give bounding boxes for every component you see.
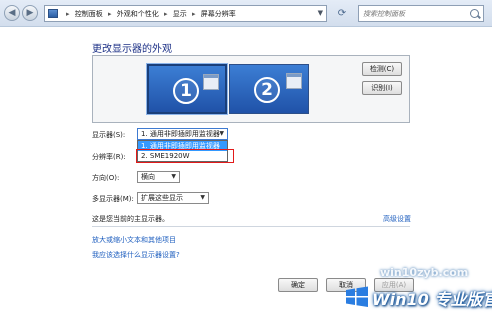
search-input[interactable] xyxy=(363,8,463,20)
watermark-url: win10zyb.com xyxy=(380,266,469,279)
breadcrumb-separator: ▸ xyxy=(107,10,112,18)
chevron-down-icon: ▼ xyxy=(219,130,224,137)
breadcrumb-screen-resolution[interactable]: 屏幕分辨率 xyxy=(201,10,236,18)
detect-button[interactable]: 检测(C) xyxy=(362,62,402,76)
display-select-value: 1. 通用非即插即用监视器 xyxy=(141,130,220,138)
multiple-displays-select-value: 扩展这些显示 xyxy=(141,194,183,202)
window-icon xyxy=(203,74,219,90)
monitor-number-2: 2 xyxy=(254,77,280,103)
page-title: 更改显示器的外观 xyxy=(92,44,172,55)
display-settings-help-link[interactable]: 我应该选择什么显示器设置? xyxy=(92,250,180,260)
highlight-box xyxy=(136,149,234,163)
breadcrumb-control-panel[interactable]: 控制面板 xyxy=(75,10,103,18)
monitor-1[interactable]: 1 xyxy=(147,64,227,114)
multiple-displays-label: 多显示器(M): xyxy=(92,195,134,203)
resolution-label: 分辨率(R): xyxy=(92,153,126,161)
identify-button[interactable]: 识别(I) xyxy=(362,81,402,95)
breadcrumb-separator: ▸ xyxy=(163,10,168,18)
breadcrumb-display[interactable]: 显示 xyxy=(173,10,187,18)
monitor-2[interactable]: 2 xyxy=(229,64,309,114)
display-label: 显示器(S): xyxy=(92,131,126,139)
advanced-settings-link[interactable]: 高级设置 xyxy=(383,214,411,224)
primary-display-status: 这是您当前的主显示器。 xyxy=(92,215,169,223)
display-select[interactable]: 1. 通用非即插即用监视器 ▼ xyxy=(137,128,228,140)
watermark-brand: Win10 专业版官网 xyxy=(372,290,492,309)
search-icon[interactable] xyxy=(470,9,479,18)
orientation-label: 方向(O): xyxy=(92,174,120,182)
windows-logo-icon xyxy=(346,286,368,307)
monitor-number-1: 1 xyxy=(173,78,199,104)
multiple-displays-select[interactable]: 扩展这些显示 ▼ xyxy=(137,192,209,204)
forward-button[interactable]: ▶ xyxy=(22,5,38,21)
breadcrumb-separator: ▸ xyxy=(66,10,70,18)
divider xyxy=(92,226,410,227)
search-field[interactable] xyxy=(358,5,484,22)
text-size-link[interactable]: 放大或缩小文本和其他项目 xyxy=(92,235,176,245)
orientation-select-value: 横向 xyxy=(141,173,155,181)
ok-button[interactable]: 确定 xyxy=(278,278,318,292)
chevron-down-icon: ▼ xyxy=(171,173,176,180)
refresh-button[interactable]: ⟳ xyxy=(333,5,351,22)
chevron-down-icon: ▼ xyxy=(200,194,205,201)
address-field[interactable]: ▸ 控制面板 ▸ 外观和个性化 ▸ 显示 ▸ 屏幕分辨率 ▼ xyxy=(44,5,327,22)
window-icon xyxy=(286,73,302,89)
chevron-down-icon[interactable]: ▼ xyxy=(318,9,323,17)
control-panel-icon xyxy=(48,9,58,18)
orientation-select[interactable]: 横向 ▼ xyxy=(137,171,180,183)
back-button[interactable]: ◀ xyxy=(4,5,20,21)
breadcrumb: ▸ 控制面板 ▸ 外观和个性化 ▸ 显示 ▸ 屏幕分辨率 xyxy=(63,9,236,19)
breadcrumb-separator: ▸ xyxy=(191,10,196,18)
breadcrumb-appearance[interactable]: 外观和个性化 xyxy=(117,10,159,18)
address-bar: ◀ ▶ ▸ 控制面板 ▸ 外观和个性化 ▸ 显示 ▸ 屏幕分辨率 ▼ ⟳ xyxy=(0,0,492,27)
